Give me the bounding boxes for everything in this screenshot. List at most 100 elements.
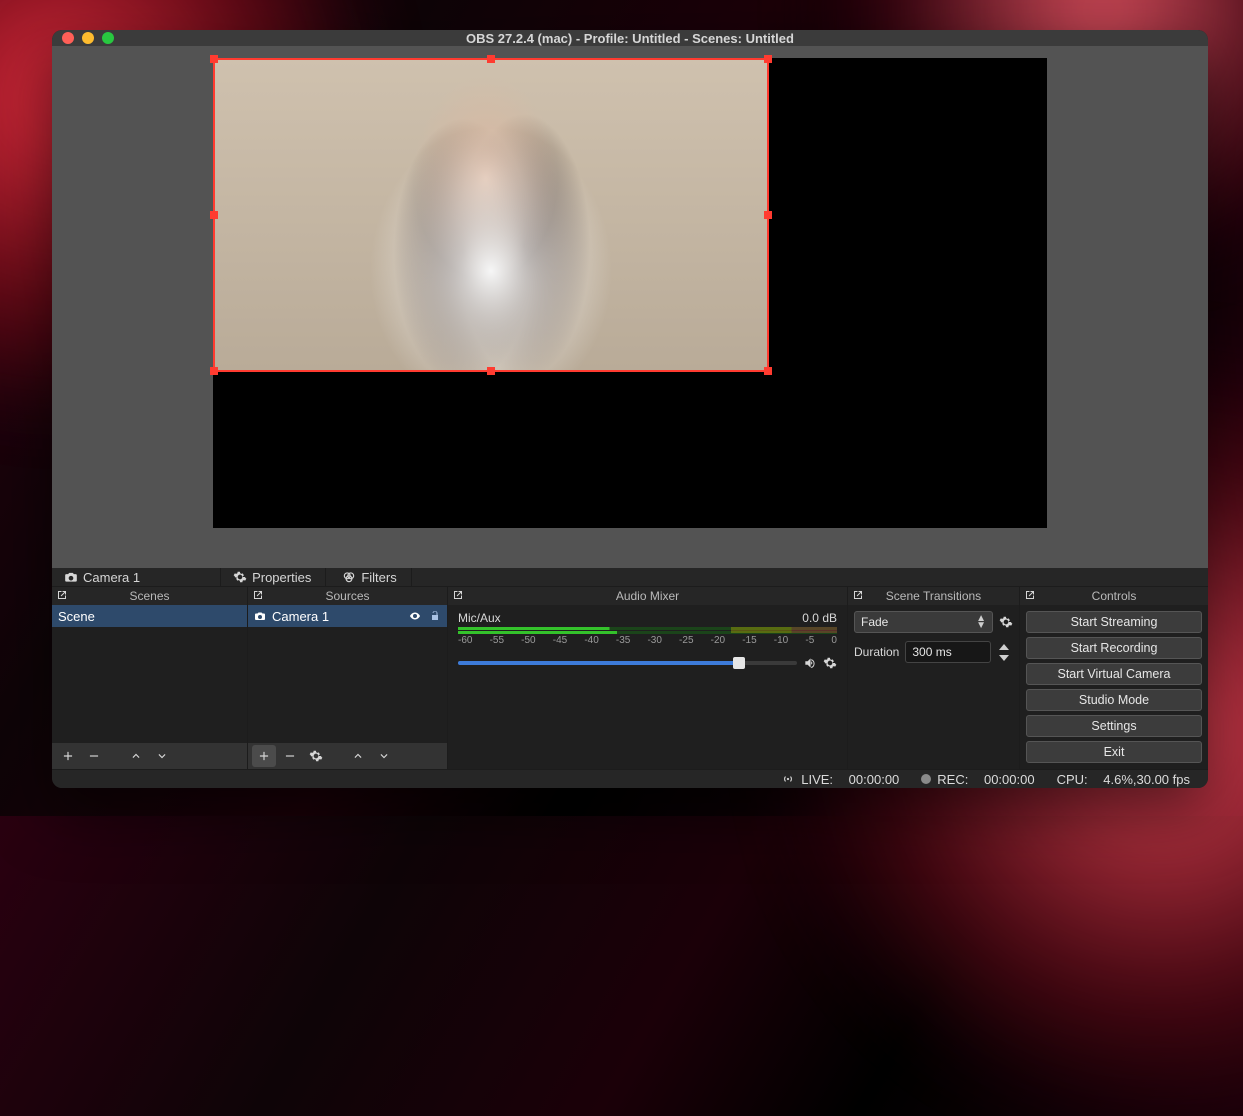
- camera-icon: [254, 610, 266, 622]
- chevron-down-icon: [155, 749, 169, 763]
- chevron-up-icon: [129, 749, 143, 763]
- lock-open-icon: [429, 610, 441, 622]
- resize-handle-bot-mid[interactable]: [487, 367, 495, 375]
- transition-select-value: Fade: [861, 615, 888, 629]
- broadcast-icon: [781, 772, 795, 786]
- scenes-list[interactable]: Scene: [52, 605, 247, 743]
- controls-panel: Controls Start Streaming Start Recording…: [1020, 587, 1208, 769]
- source-properties-button[interactable]: [304, 745, 328, 767]
- sources-panel: Sources Camera 1: [248, 587, 448, 769]
- duration-value: 300 ms: [912, 645, 951, 659]
- eye-icon: [409, 610, 421, 622]
- duration-input[interactable]: 300 ms: [905, 641, 991, 663]
- add-source-button[interactable]: [252, 745, 276, 767]
- sources-list[interactable]: Camera 1: [248, 605, 447, 743]
- scene-move-down-button[interactable]: [150, 745, 174, 767]
- transition-settings-button[interactable]: [999, 615, 1013, 629]
- resize-handle-bot-right[interactable]: [764, 367, 772, 375]
- remove-source-button[interactable]: [278, 745, 302, 767]
- live-time: 00:00:00: [849, 772, 900, 787]
- source-visibility-toggle[interactable]: [409, 610, 421, 622]
- popout-icon[interactable]: [452, 589, 464, 601]
- transitions-title: Scene Transitions: [886, 589, 981, 603]
- source-move-up-button[interactable]: [346, 745, 370, 767]
- source-lock-toggle[interactable]: [429, 610, 441, 622]
- transitions-panel: Scene Transitions Fade ▲▼ Duration 300 m…: [848, 587, 1020, 769]
- gear-icon: [823, 656, 837, 670]
- gear-icon: [309, 749, 323, 763]
- properties-label: Properties: [252, 570, 311, 585]
- resize-handle-top-right[interactable]: [764, 55, 772, 63]
- popout-icon[interactable]: [1024, 589, 1036, 601]
- start-streaming-button[interactable]: Start Streaming: [1026, 611, 1202, 633]
- remove-scene-button[interactable]: [82, 745, 106, 767]
- channel-settings-button[interactable]: [823, 656, 837, 670]
- scene-item-label: Scene: [58, 609, 95, 624]
- start-recording-button[interactable]: Start Recording: [1026, 637, 1202, 659]
- volume-slider[interactable]: [458, 661, 797, 665]
- record-indicator-icon: [921, 774, 931, 784]
- start-virtual-camera-button[interactable]: Start Virtual Camera: [1026, 663, 1202, 685]
- source-move-down-button[interactable]: [372, 745, 396, 767]
- gear-icon: [233, 570, 247, 584]
- settings-button[interactable]: Settings: [1026, 715, 1202, 737]
- add-scene-button[interactable]: [56, 745, 80, 767]
- mute-button[interactable]: [803, 656, 817, 670]
- scenes-title: Scenes: [129, 589, 169, 603]
- resize-handle-top-mid[interactable]: [487, 55, 495, 63]
- updown-icon: ▲▼: [976, 615, 986, 629]
- controls-title: Controls: [1092, 589, 1137, 603]
- gear-icon: [999, 615, 1013, 629]
- audio-meter-ticks: -60-55-50-45-40-35-30-25-20-15-10-50: [458, 635, 837, 646]
- minus-icon: [87, 749, 101, 763]
- filters-button[interactable]: Filters: [334, 568, 411, 586]
- mixer-body: Mic/Aux 0.0 dB -60-55-50-45-40-35-30-25-…: [448, 605, 847, 769]
- duration-label: Duration: [854, 645, 899, 659]
- source-selection-box[interactable]: [213, 58, 769, 372]
- mixer-title: Audio Mixer: [616, 589, 679, 603]
- context-source-label: Camera 1: [83, 570, 140, 585]
- scene-item[interactable]: Scene: [52, 605, 247, 627]
- transitions-header: Scene Transitions: [848, 587, 1019, 605]
- exit-button[interactable]: Exit: [1026, 741, 1202, 763]
- popout-icon[interactable]: [852, 589, 864, 601]
- window-title: OBS 27.2.4 (mac) - Profile: Untitled - S…: [52, 31, 1208, 46]
- chevron-up-icon: [999, 644, 1009, 650]
- chevron-up-icon: [351, 749, 365, 763]
- mixer-channel-level: 0.0 dB: [802, 611, 837, 625]
- source-context-bar: Camera 1 Properties Filters: [52, 568, 1208, 587]
- audio-mixer-panel: Audio Mixer Mic/Aux 0.0 dB -60-55-50-45-…: [448, 587, 848, 769]
- duration-step-down[interactable]: [997, 652, 1011, 663]
- volume-slider-thumb[interactable]: [733, 657, 745, 669]
- camera-feed: [215, 60, 767, 370]
- duration-step-up[interactable]: [997, 641, 1011, 652]
- filters-icon: [342, 570, 356, 584]
- cpu-value: 4.6%,30.00 fps: [1103, 772, 1190, 787]
- resize-handle-bot-left[interactable]: [210, 367, 218, 375]
- minus-icon: [283, 749, 297, 763]
- chevron-down-icon: [999, 655, 1009, 661]
- popout-icon[interactable]: [56, 589, 68, 601]
- mixer-header: Audio Mixer: [448, 587, 847, 605]
- transitions-body: Fade ▲▼ Duration 300 ms: [848, 605, 1019, 769]
- sources-header: Sources: [248, 587, 447, 605]
- dock-panels: Scenes Scene Sources: [52, 587, 1208, 770]
- resize-handle-mid-left[interactable]: [210, 211, 218, 219]
- speaker-icon: [803, 656, 817, 670]
- studio-mode-button[interactable]: Studio Mode: [1026, 689, 1202, 711]
- mixer-channel-name: Mic/Aux: [458, 611, 501, 625]
- plus-icon: [257, 749, 271, 763]
- status-live: LIVE: 00:00:00: [781, 772, 899, 787]
- transition-select[interactable]: Fade ▲▼: [854, 611, 993, 633]
- scene-move-up-button[interactable]: [124, 745, 148, 767]
- sources-title: Sources: [325, 589, 369, 603]
- resize-handle-mid-right[interactable]: [764, 211, 772, 219]
- popout-icon[interactable]: [252, 589, 264, 601]
- properties-button[interactable]: Properties: [225, 568, 326, 586]
- resize-handle-top-left[interactable]: [210, 55, 218, 63]
- source-item[interactable]: Camera 1: [248, 605, 447, 627]
- filters-label: Filters: [361, 570, 396, 585]
- scenes-toolbar: [52, 743, 247, 769]
- titlebar: OBS 27.2.4 (mac) - Profile: Untitled - S…: [52, 30, 1208, 46]
- preview-canvas[interactable]: [213, 58, 1047, 528]
